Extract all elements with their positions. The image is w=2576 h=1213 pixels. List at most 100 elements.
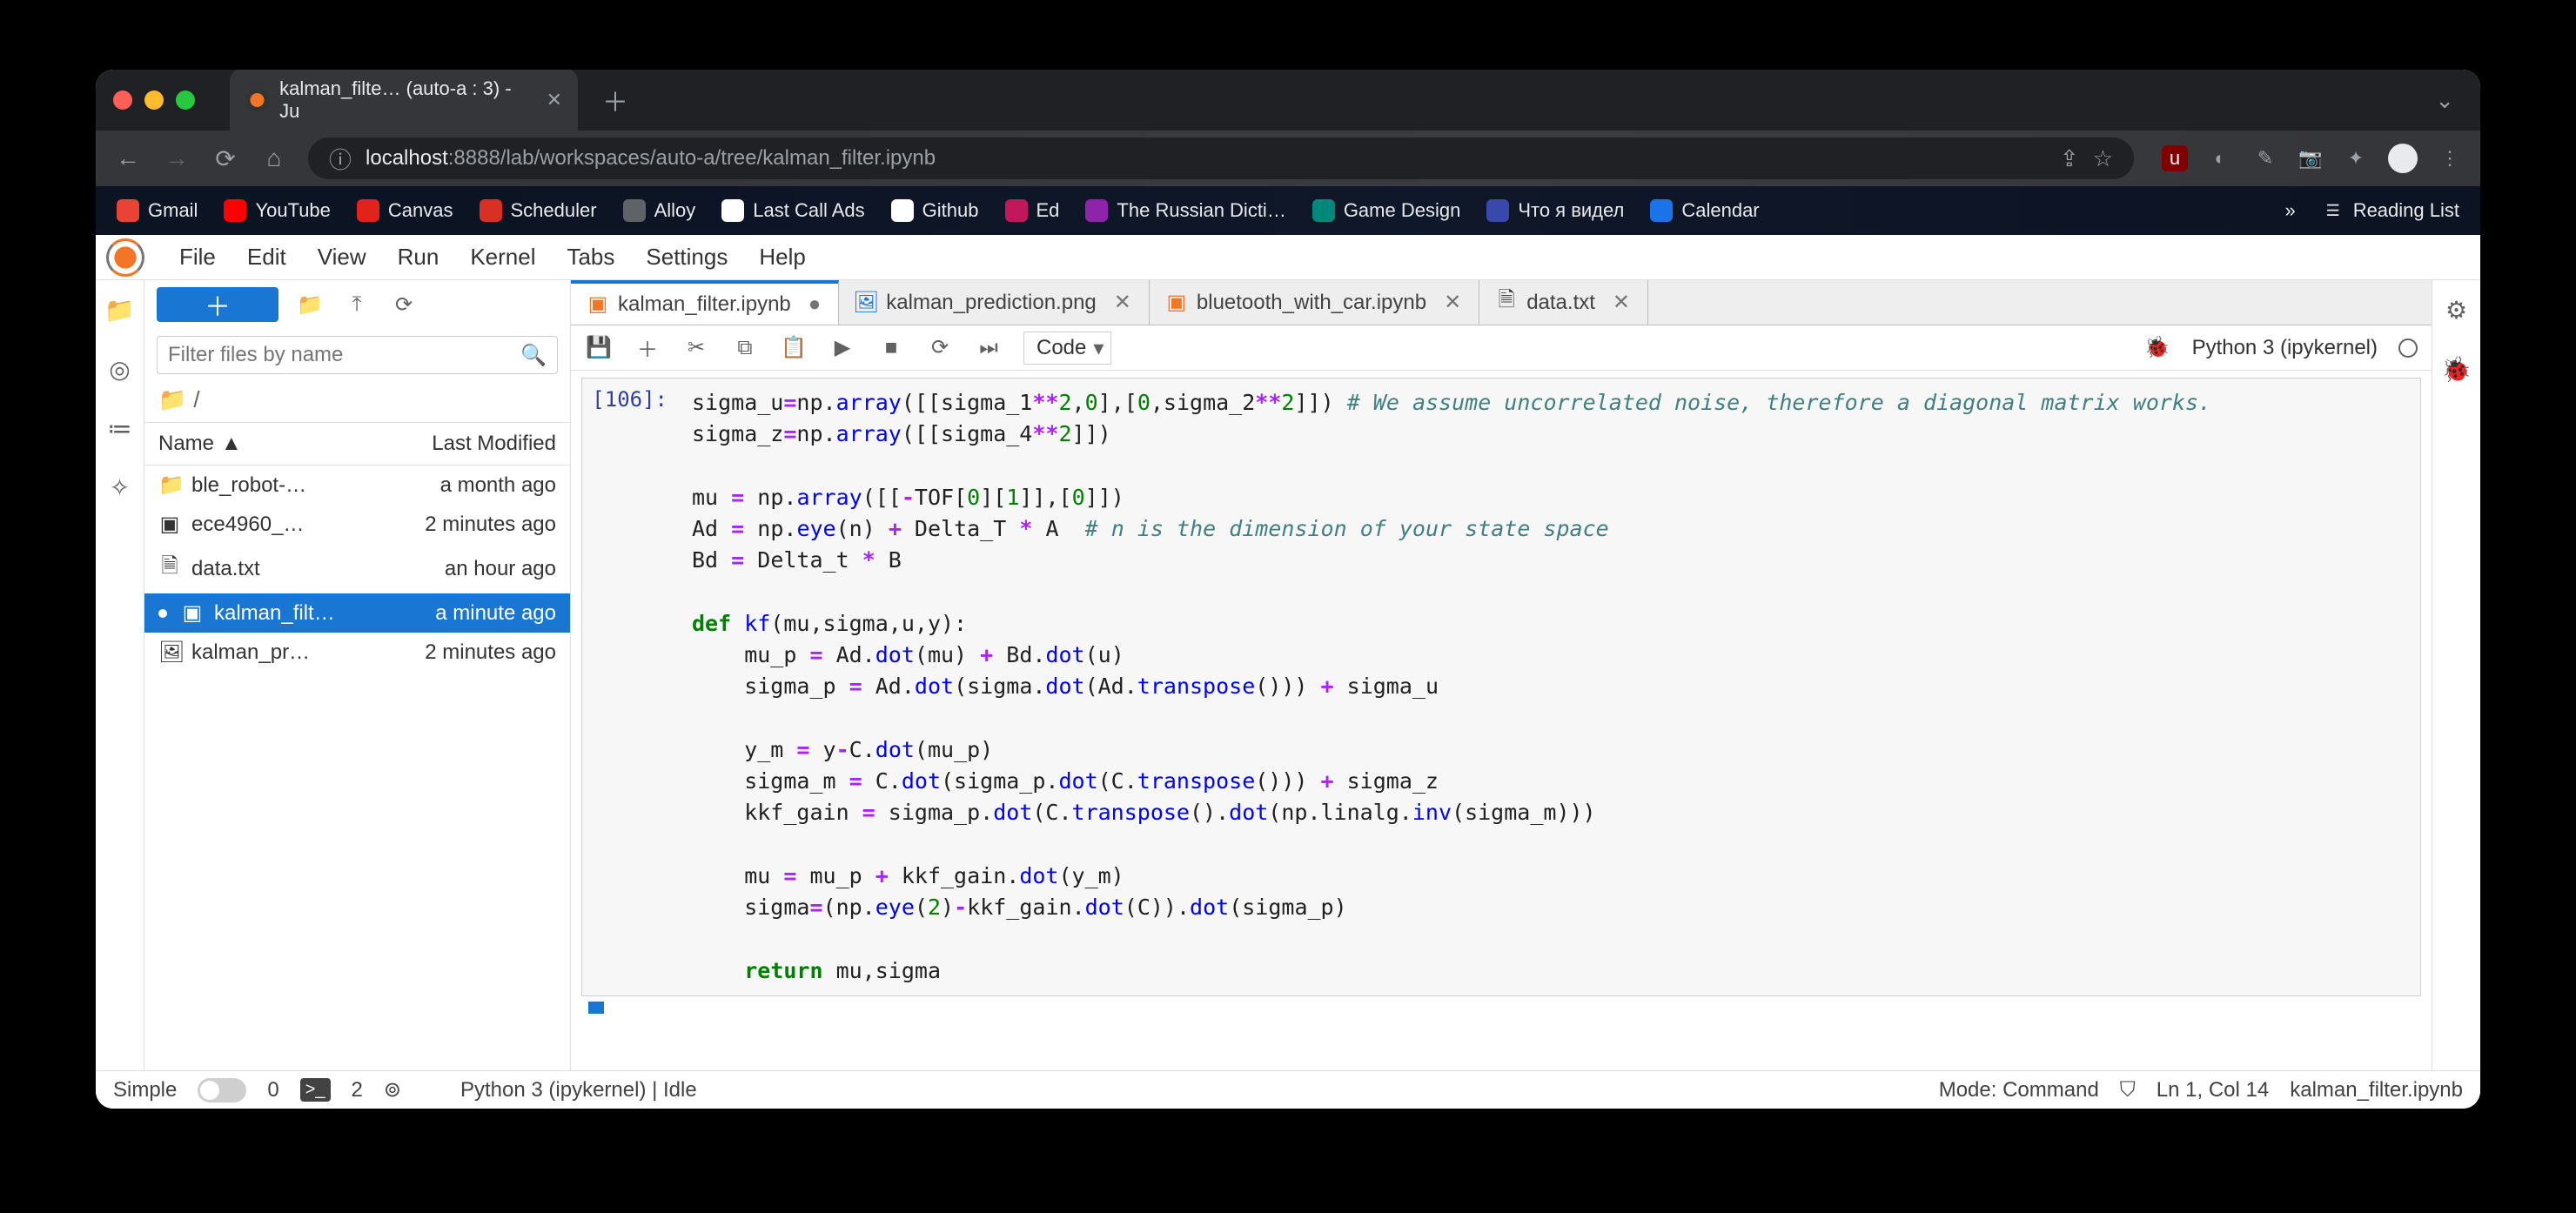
chrome-menu-icon[interactable]: ⋮ (2437, 145, 2463, 171)
back-button[interactable]: ← (113, 144, 143, 172)
stop-icon[interactable]: ■ (877, 336, 905, 360)
bookmark-item[interactable]: YouTube (224, 199, 330, 222)
extension-icon-3[interactable]: ✎ (2252, 145, 2278, 171)
file-row[interactable]: ▣ece4960_…2 minutes ago (144, 505, 570, 544)
profile-avatar[interactable] (2388, 144, 2418, 173)
consoles-count[interactable]: 2 (352, 1078, 363, 1102)
cut-icon[interactable]: ✂ (682, 335, 710, 360)
kernel-sessions-icon[interactable]: ⊚ (384, 1077, 401, 1102)
file-filter-input[interactable]: 🔍 (157, 336, 558, 374)
menu-tabs[interactable]: Tabs (551, 237, 630, 278)
ublock-extension-icon[interactable]: u (2162, 145, 2188, 171)
minimize-window-button[interactable] (144, 90, 164, 110)
new-folder-icon[interactable]: 📁 (294, 289, 325, 320)
site-info-icon[interactable]: ⓘ (329, 143, 352, 175)
bookmark-item[interactable]: Canvas (357, 199, 453, 222)
code-cell[interactable]: [106]: sigma_u=np.array([[sigma_1**2,0],… (581, 378, 2421, 996)
bookmark-item[interactable]: Gmail (117, 199, 198, 222)
cursor-position[interactable]: Ln 1, Col 14 (2157, 1078, 2269, 1102)
bookmark-item[interactable]: Что я видел (1486, 199, 1624, 222)
bookmark-item[interactable]: Game Design (1312, 199, 1461, 222)
menu-run[interactable]: Run (382, 237, 455, 278)
new-launcher-button[interactable]: ＋ (157, 287, 278, 322)
home-button[interactable]: ⌂ (259, 144, 289, 172)
notebook-content[interactable]: [106]: sigma_u=np.array([[sigma_1**2,0],… (571, 371, 2432, 1070)
cell-run-indicator (588, 1002, 604, 1014)
menu-kernel[interactable]: Kernel (454, 237, 551, 278)
debugger-panel-icon[interactable]: 🐞 (2439, 352, 2474, 386)
bookmarks-overflow[interactable]: » (2284, 199, 2295, 222)
breadcrumb[interactable]: 📁 / (144, 381, 570, 422)
bookmark-item[interactable]: Github (891, 199, 979, 222)
running-sessions-tab-icon[interactable]: ◎ (103, 352, 138, 386)
file-row[interactable]: 🗎data.txtan hour ago (144, 544, 570, 593)
document-tab[interactable]: 🗎data.txt✕ (1479, 280, 1648, 325)
restart-run-all-icon[interactable]: ⏭ (975, 336, 1003, 360)
debugger-icon[interactable]: 🐞 (2143, 335, 2171, 360)
jupyter-logo-icon[interactable] (106, 238, 144, 277)
mode-indicator[interactable]: Mode: Command (1939, 1078, 2099, 1102)
extensions-tab-icon[interactable]: ✧ (103, 470, 138, 505)
menu-help[interactable]: Help (743, 237, 821, 278)
file-type-icon: 🗎 (158, 551, 181, 586)
refresh-icon[interactable]: ⟳ (388, 289, 419, 320)
bookmark-item[interactable]: Scheduler (480, 199, 597, 222)
new-tab-button[interactable]: ＋ (602, 81, 628, 119)
file-filter-field[interactable] (168, 343, 520, 367)
forward-button[interactable]: → (162, 144, 191, 172)
file-row[interactable]: ▣kalman_filt…a minute ago (144, 593, 570, 633)
run-icon[interactable]: ▶ (828, 335, 856, 360)
copy-icon[interactable]: ⧉ (731, 336, 759, 360)
document-tab[interactable]: 🖼kalman_prediction.png✕ (839, 280, 1150, 325)
share-icon[interactable]: ⇪ (2060, 145, 2079, 172)
menu-edit[interactable]: Edit (231, 237, 302, 278)
kernel-status-text[interactable]: Python 3 (ipykernel) | Idle (460, 1078, 697, 1102)
extension-icon-4[interactable]: 📷 (2298, 145, 2324, 171)
insert-cell-icon[interactable]: ＋ (634, 332, 661, 363)
extension-icon-2[interactable]: ◐ (2207, 145, 2233, 171)
reload-button[interactable]: ⟳ (211, 144, 240, 173)
file-row[interactable]: 🖼kalman_pr…2 minutes ago (144, 633, 570, 672)
close-tab-icon[interactable]: ● (808, 292, 822, 317)
property-inspector-icon[interactable]: ⚙ (2439, 292, 2474, 327)
bookmark-item[interactable]: Alloy (623, 199, 696, 222)
close-tab-icon[interactable]: ✕ (1613, 290, 1630, 315)
kernel-status-icon[interactable] (2398, 338, 2418, 358)
upload-icon[interactable]: ⤒ (341, 289, 372, 320)
bookmark-item[interactable]: The Russian Dicti… (1085, 199, 1285, 222)
terminal-icon[interactable]: >_ (300, 1078, 331, 1102)
close-tab-icon[interactable]: ✕ (1114, 290, 1131, 315)
browser-tab[interactable]: kalman_filte… (auto-a : 3) - Ju ✕ (230, 70, 578, 131)
close-tab-icon[interactable]: ✕ (1444, 290, 1461, 315)
document-tab[interactable]: ▣kalman_filter.ipynb● (571, 280, 839, 325)
bookmark-item[interactable]: Ed (1005, 199, 1060, 222)
extensions-puzzle-icon[interactable]: ✦ (2343, 145, 2369, 171)
reading-list-button[interactable]: ☰ Reading List (2322, 199, 2459, 222)
paste-icon[interactable]: 📋 (780, 335, 808, 360)
menu-settings[interactable]: Settings (630, 237, 743, 278)
cell-type-select[interactable]: Code (1023, 332, 1111, 365)
file-row[interactable]: 📁ble_robot-…a month ago (144, 466, 570, 505)
close-window-button[interactable] (113, 90, 132, 110)
terminals-count[interactable]: 0 (267, 1078, 278, 1102)
menu-view[interactable]: View (302, 237, 382, 278)
document-tab[interactable]: ▣bluetooth_with_car.ipynb✕ (1150, 280, 1479, 325)
bookmark-star-icon[interactable]: ☆ (2093, 145, 2113, 172)
simple-mode-toggle[interactable] (198, 1078, 246, 1102)
address-bar[interactable]: ⓘ localhost:8888/lab/workspaces/auto-a/t… (308, 137, 2134, 179)
close-tab-icon[interactable]: ✕ (547, 89, 562, 111)
trusted-icon[interactable]: ⛉ (2120, 1078, 2136, 1102)
menu-file[interactable]: File (164, 237, 231, 278)
bookmark-item[interactable]: Calendar (1650, 199, 1759, 222)
kernel-name[interactable]: Python 3 (ipykernel) (2192, 336, 2378, 360)
file-list-header[interactable]: Name ▲ Last Modified (144, 422, 570, 466)
maximize-window-button[interactable] (176, 90, 195, 110)
tab-overview-icon[interactable]: ⌄ (2435, 87, 2454, 114)
restart-icon[interactable]: ⟳ (926, 335, 954, 360)
file-browser-tab-icon[interactable]: 📁 (103, 292, 138, 327)
save-icon[interactable]: 💾 (585, 335, 613, 360)
bookmark-item[interactable]: Last Call Ads (721, 199, 864, 222)
current-file-name[interactable]: kalman_filter.ipynb (2290, 1078, 2463, 1102)
toc-tab-icon[interactable]: ≔ (103, 411, 138, 446)
code-editor[interactable]: sigma_u=np.array([[sigma_1**2,0],[0,sigm… (678, 379, 2420, 995)
